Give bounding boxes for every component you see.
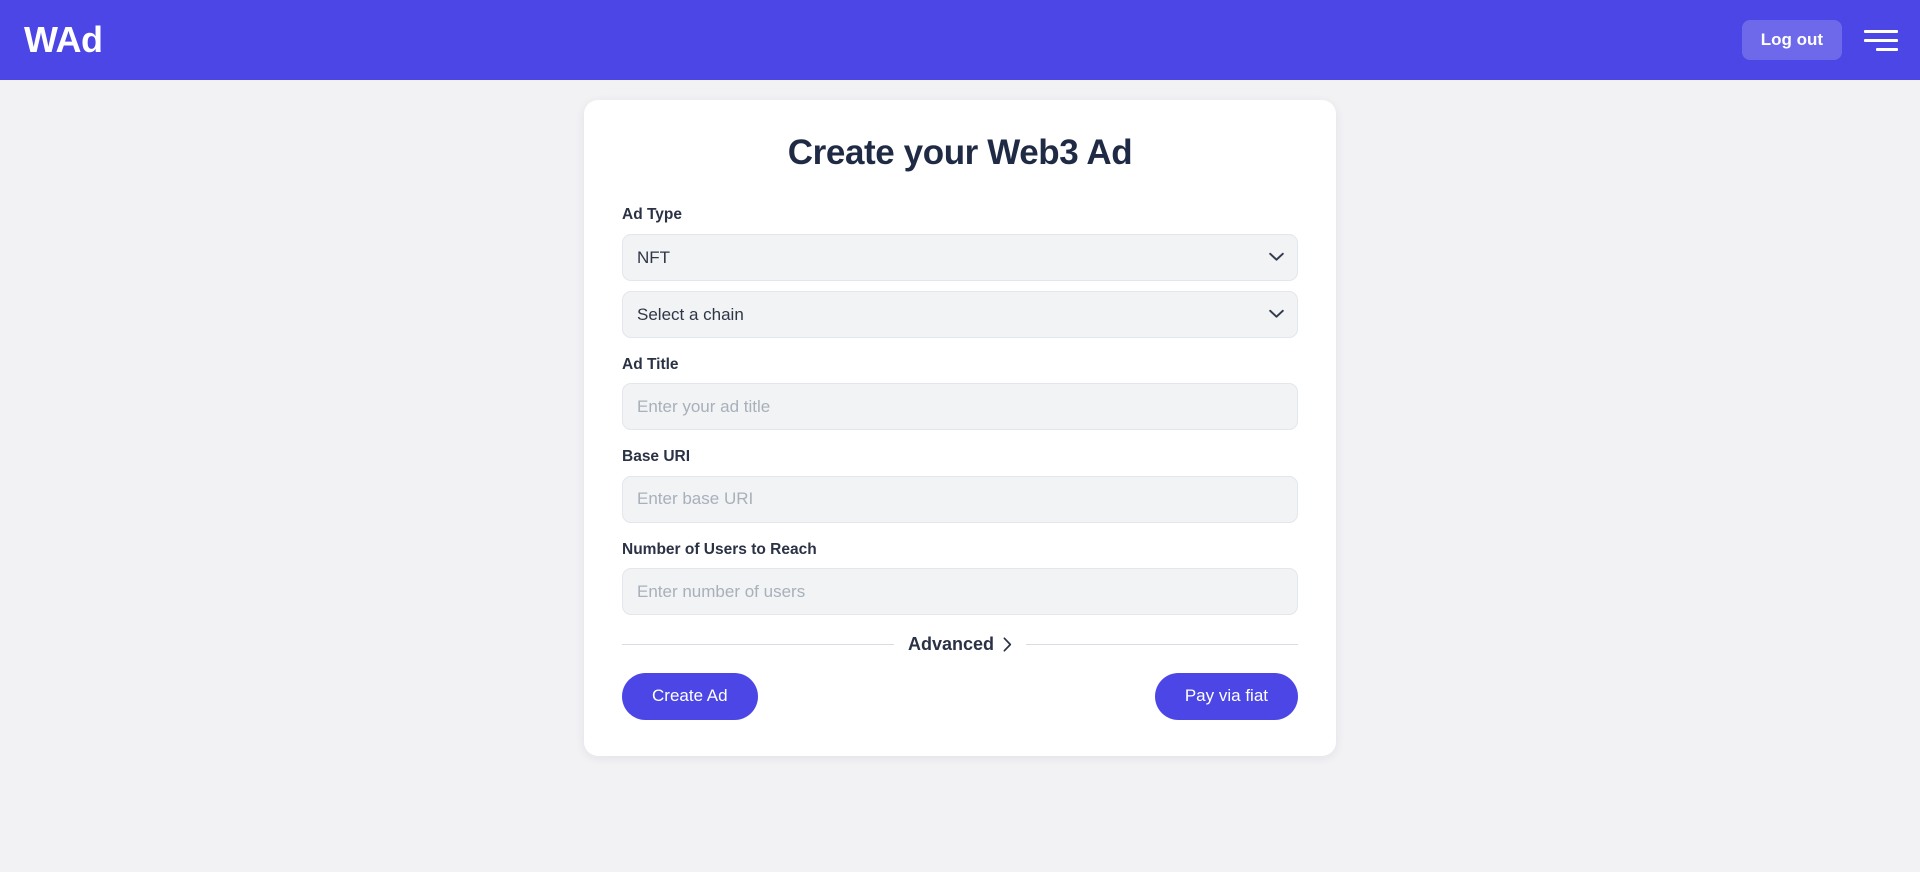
top-navbar: WAd Log out [0,0,1920,80]
ad-title-label: Ad Title [622,355,679,373]
navbar-right-group: Log out [1741,19,1898,61]
page-title: Create your Web3 Ad [787,133,1133,172]
base-uri-label: Base URI [622,448,691,466]
logout-button[interactable]: Log out [1741,19,1842,61]
ad-type-select-wrapper: NFT [622,233,1298,281]
page-body: Create your Web3 Ad Ad Type NFT Select a… [0,80,1920,872]
advanced-toggle[interactable]: Advanced [908,635,1012,653]
hamburger-line-2 [1864,38,1898,42]
brand-logo[interactable]: WAd [24,22,103,58]
ad-type-label: Ad Type [622,206,682,223]
create-ad-card: Create your Web3 Ad Ad Type NFT Select a… [584,100,1336,757]
pay-via-fiat-button[interactable]: Pay via fiat [1154,673,1298,721]
chain-select-wrapper: Select a chain [622,290,1298,338]
advanced-divider: Advanced [622,635,1298,653]
divider-line-right [1026,643,1298,645]
create-ad-button[interactable]: Create Ad [622,673,758,721]
users-to-reach-input[interactable] [622,568,1298,616]
chevron-right-icon [1003,637,1012,652]
base-uri-input[interactable] [622,475,1298,523]
hamburger-line-1 [1864,29,1898,33]
hamburger-menu-icon[interactable] [1864,27,1898,53]
users-to-reach-label: Number of Users to Reach [622,540,817,558]
advanced-label: Advanced [907,634,995,655]
ad-type-select[interactable]: NFT [622,233,1298,281]
divider-line-left [622,643,894,645]
hamburger-line-3 [1876,47,1898,51]
chain-select[interactable]: Select a chain [622,290,1298,338]
ad-title-input[interactable] [622,383,1298,431]
form-actions: Create Ad Pay via fiat [622,673,1298,721]
